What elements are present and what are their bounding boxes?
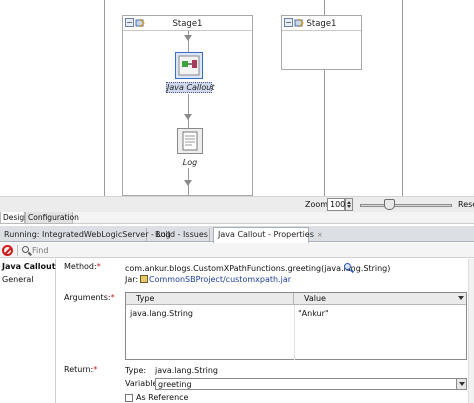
stage-flow-line bbox=[188, 94, 189, 128]
stage-title: Stage1 bbox=[172, 19, 203, 29]
jar-label: Jar: bbox=[125, 275, 139, 284]
properties-sidebar: Java Callout General bbox=[0, 259, 56, 403]
method-label-text: Method: bbox=[64, 262, 97, 271]
flow-arrow bbox=[184, 114, 192, 120]
return-label: Return:* bbox=[64, 365, 97, 374]
as-reference-label: As Reference bbox=[136, 393, 189, 402]
arguments-label: Arguments:* bbox=[64, 293, 115, 302]
zoom-slider-track[interactable] bbox=[360, 204, 452, 207]
arguments-table[interactable]: Type Value java.lang.String "Ankur" bbox=[125, 292, 467, 360]
tab-build-issues[interactable]: Build - Issues bbox=[151, 228, 210, 242]
pipeline-canvas[interactable]: − Stage1 − Stage1 Java Callout Log bbox=[0, 0, 474, 196]
stage-title: Stage1 bbox=[306, 19, 337, 29]
browse-method-button[interactable] bbox=[344, 263, 355, 274]
flow-arrow bbox=[184, 180, 192, 186]
tab-label: Java Callout - Properties bbox=[218, 230, 314, 239]
zoom-spinner[interactable] bbox=[345, 198, 353, 211]
jar-icon bbox=[140, 275, 148, 283]
editor-tabs: Design Configuration bbox=[0, 212, 474, 224]
sidebar-item-general[interactable]: General bbox=[2, 275, 34, 284]
return-label-text: Return: bbox=[64, 365, 94, 374]
panel-tab-bar: Running: IntegratedWebLogicServer - Log … bbox=[0, 226, 474, 243]
search-icon bbox=[22, 246, 29, 253]
return-type-label: Type: bbox=[125, 366, 147, 375]
chevron-down-icon[interactable] bbox=[458, 296, 464, 300]
stage-right[interactable]: − Stage1 bbox=[281, 15, 362, 70]
jar-value[interactable]: CommonSBProject/customxpath.jar bbox=[140, 275, 291, 284]
flow-line-left bbox=[104, 0, 105, 196]
column-header-value[interactable]: Value bbox=[294, 293, 466, 305]
toolbar-divider bbox=[17, 245, 18, 256]
reset-button[interactable]: Rese bbox=[458, 200, 474, 209]
sidebar-item-java-callout[interactable]: Java Callout bbox=[2, 262, 56, 271]
table-cell-value[interactable]: "Ankur" bbox=[298, 309, 329, 318]
column-header-type[interactable]: Type bbox=[126, 293, 294, 305]
required-mark: * bbox=[96, 262, 101, 271]
find-input[interactable] bbox=[30, 244, 466, 257]
return-type-value: java.lang.String bbox=[155, 366, 218, 375]
table-header: Type Value bbox=[126, 293, 466, 305]
log-icon[interactable] bbox=[177, 128, 203, 154]
close-icon[interactable]: × bbox=[317, 231, 323, 239]
tab-label: Build - Issues bbox=[155, 230, 208, 239]
tab-configuration[interactable]: Configuration bbox=[25, 212, 79, 224]
magnifier-handle bbox=[349, 268, 355, 274]
tab-label: Running: IntegratedWebLogicServer - Log bbox=[4, 230, 171, 239]
column-divider bbox=[294, 305, 295, 360]
log-label[interactable]: Log bbox=[176, 158, 204, 167]
arguments-label-text: Arguments: bbox=[64, 293, 111, 302]
zoom-bar: Zoom: 100 Rese bbox=[0, 196, 474, 212]
stage-flow-line bbox=[188, 30, 189, 52]
tab-server-log[interactable]: Running: IntegratedWebLogicServer - Log bbox=[0, 228, 171, 242]
tab-java-callout-properties[interactable]: Java Callout - Properties × bbox=[213, 227, 323, 243]
properties-toolbar bbox=[0, 243, 474, 258]
jar-link[interactable]: CommonSBProject/customxpath.jar bbox=[149, 275, 291, 284]
zoom-input[interactable]: 100 bbox=[327, 198, 345, 211]
table-cell-type[interactable]: java.lang.String bbox=[130, 309, 193, 318]
tab-design[interactable]: Design bbox=[0, 212, 29, 224]
required-mark: * bbox=[93, 365, 98, 374]
as-reference-checkbox[interactable] bbox=[125, 394, 133, 402]
variable-value: greeting bbox=[158, 380, 192, 389]
required-mark: * bbox=[110, 293, 115, 302]
stage-divider bbox=[282, 30, 361, 31]
chevron-down-icon[interactable] bbox=[456, 379, 466, 389]
flow-arrow bbox=[184, 35, 192, 41]
error-filter-icon[interactable] bbox=[2, 245, 13, 256]
flow-line-right bbox=[402, 0, 403, 196]
java-callout-label[interactable]: Java Callout bbox=[166, 82, 214, 93]
method-label: Method:* bbox=[64, 262, 101, 271]
variable-select[interactable]: greeting bbox=[155, 378, 467, 390]
zoom-slider-thumb[interactable] bbox=[384, 199, 395, 210]
vertical-scrollbar[interactable] bbox=[468, 259, 474, 403]
java-callout-icon[interactable] bbox=[175, 52, 203, 79]
